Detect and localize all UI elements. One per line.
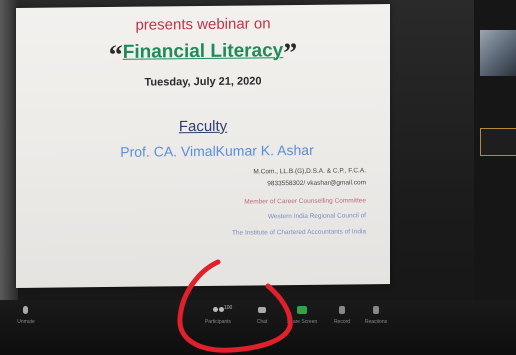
reactions-icon	[369, 306, 383, 315]
reactions-label: Reactions	[364, 319, 388, 325]
participants-icon: 100	[211, 305, 232, 315]
meeting-window: presents webinar on “Financial Literacy”…	[0, 0, 516, 355]
faculty-heading: Faculty	[178, 117, 228, 136]
speaker-council: Western India Regional Council of	[267, 212, 366, 221]
participant-count: 100	[224, 305, 233, 311]
slide-title: “Financial Literacy”	[16, 37, 390, 73]
meeting-toolbar: Unmute 100 Participants Chat Share Scree…	[0, 300, 516, 355]
shared-slide: presents webinar on “Financial Literacy”…	[16, 4, 390, 288]
speaker-contact: 9833558302/ vkashar@gmail.com	[267, 179, 366, 188]
mic-icon	[19, 306, 33, 315]
unmute-label: Unmute	[17, 319, 35, 325]
chat-label: Chat	[256, 319, 268, 325]
participants-button[interactable]: 100 Participants	[198, 305, 238, 336]
slide-intro-text: presents webinar on	[135, 15, 271, 34]
speaker-degrees: M.Com., LL.B.(G),D.S.A. & C.P., F.C.A.	[253, 167, 366, 176]
speaker-membership: Member of Career Counselling Committee	[244, 197, 366, 206]
share-screen-button[interactable]: Share Screen	[282, 306, 322, 336]
share-screen-label: Share Screen	[286, 319, 318, 325]
participant-sidebar	[474, 0, 516, 300]
record-icon	[335, 306, 349, 315]
slide-date: Tuesday, July 21, 2020	[144, 75, 262, 89]
share-screen-icon	[295, 306, 309, 315]
unmute-button[interactable]: Unmute	[6, 306, 46, 336]
participants-label: Participants	[204, 319, 232, 325]
participant-video-thumbnail[interactable]	[480, 30, 516, 76]
chat-icon	[255, 306, 269, 315]
slide-title-text: Financial Literacy	[122, 40, 284, 63]
chat-button[interactable]: Chat	[242, 306, 282, 336]
participant-tile-active[interactable]	[480, 128, 516, 156]
speaker-institute: The Institute of Chartered Accountants o…	[231, 228, 366, 237]
reactions-button[interactable]: Reactions	[356, 306, 396, 336]
open-quote: “	[108, 39, 123, 71]
speaker-name: Prof. CA. VimalKumar K. Ashar	[120, 141, 314, 160]
close-quote: ”	[283, 38, 298, 70]
